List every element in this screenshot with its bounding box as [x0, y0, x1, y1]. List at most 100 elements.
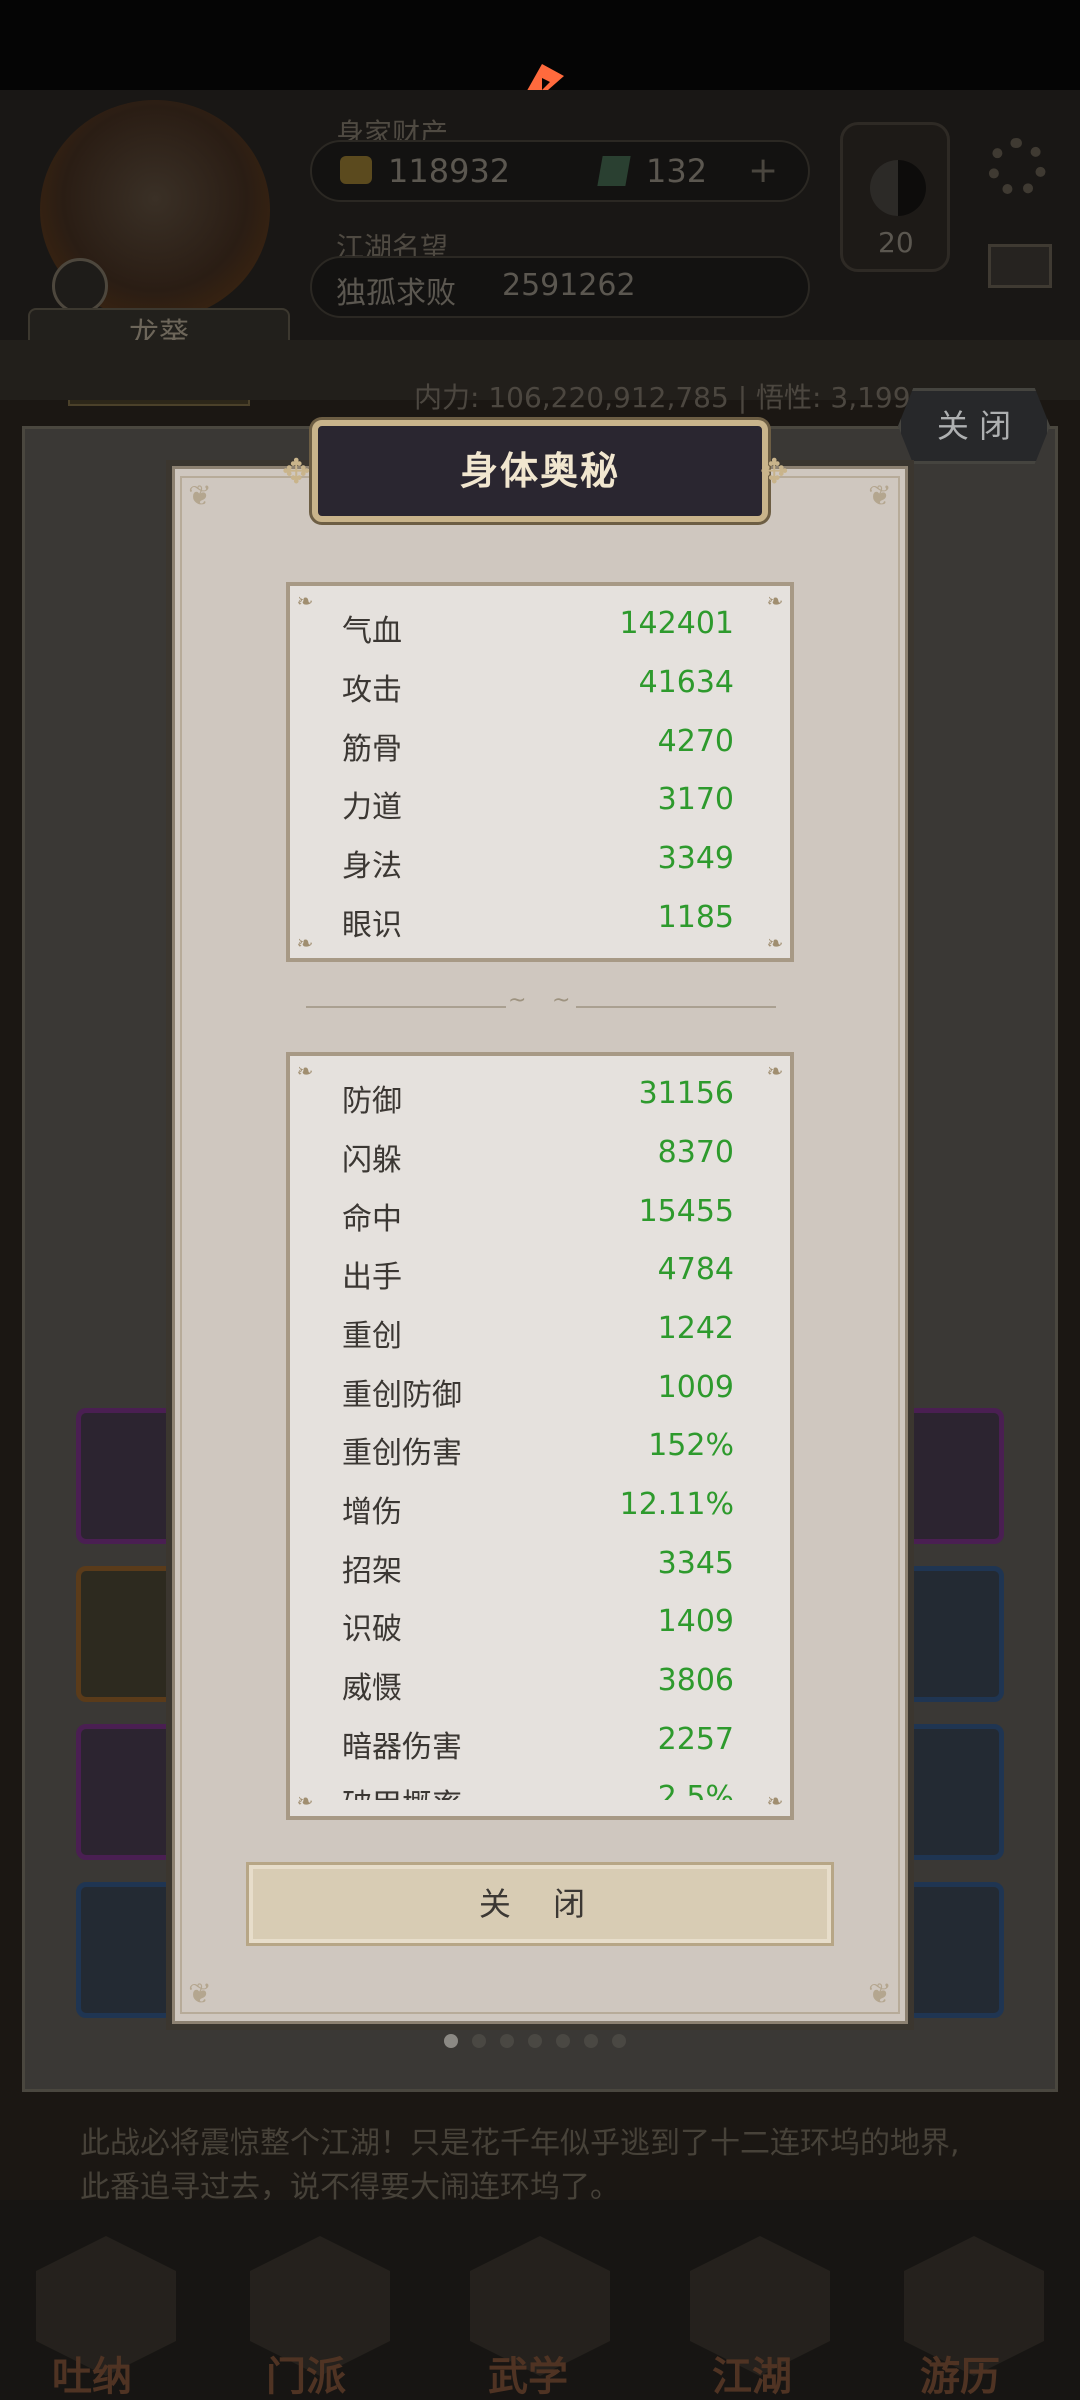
close-button[interactable]: 关 闭 [246, 1862, 834, 1946]
jade-value: 132 [646, 152, 708, 190]
corner-ornament-icon: ❦ [868, 1977, 892, 2010]
stat-row: 重创伤害 152% [342, 1420, 734, 1478]
box-corner-icon: ❧ [296, 931, 314, 955]
page-dot[interactable] [612, 2034, 626, 2048]
wealth-bar [310, 140, 810, 202]
stat-value: 3345 [657, 1546, 734, 1581]
secondary-stats-scroll[interactable]: 防御 31156 闪躲 8370 命中 15455 出手 4784 重创 124… [292, 1064, 788, 1800]
stat-value: 41634 [638, 665, 734, 700]
stat-row: 招架 3345 [342, 1538, 734, 1596]
stat-row: 重创防御 1009 [342, 1362, 734, 1420]
taichi-value: 20 [878, 226, 914, 259]
section-divider: ~ ~ [296, 988, 784, 1013]
panel-close-button[interactable]: 关 闭 [898, 388, 1050, 464]
stat-label: 重创伤害 [342, 1436, 462, 1471]
nav-tab-label: 门派 [266, 2354, 346, 2400]
stat-label: 力道 [342, 790, 402, 825]
stat-label: 防御 [342, 1084, 402, 1119]
box-corner-icon: ❧ [766, 589, 784, 613]
taichi-icon [870, 160, 926, 216]
stat-row: 身法 3349 [342, 833, 734, 891]
corner-ornament-icon: ❦ [188, 479, 212, 512]
stat-label: 命中 [342, 1202, 402, 1237]
stat-row: 重创 1242 [342, 1303, 734, 1361]
nav-tab-label: 吐纳 [52, 2354, 132, 2400]
stat-row: 眼识 1185 [342, 892, 734, 950]
stat-label: 重创防御 [342, 1378, 462, 1413]
pagination-dots [444, 2034, 640, 2050]
stat-label: 威慑 [342, 1671, 402, 1706]
page-dot[interactable] [500, 2034, 514, 2048]
nav-tab-label: 游历 [920, 2354, 1000, 2400]
gear-icon[interactable] [988, 138, 1046, 196]
page-dot[interactable] [584, 2034, 598, 2048]
corner-ornament-icon: ❦ [188, 1977, 212, 2010]
divider-line [576, 1006, 776, 1008]
stat-row: 筋骨 4270 [342, 716, 734, 774]
stat-label: 暗器伤害 [342, 1730, 462, 1765]
stat-value: 4784 [657, 1252, 734, 1287]
stat-value: 152% [648, 1428, 734, 1463]
plus-icon[interactable]: + [748, 150, 778, 191]
fame-title: 独孤求败 [336, 276, 456, 311]
stat-row: 出手 4784 [342, 1244, 734, 1302]
stat-label: 重创 [342, 1319, 402, 1354]
divider-ornament-icon: ~ [552, 988, 571, 1013]
divider-ornament-icon: ~ [508, 988, 527, 1013]
stat-label: 筋骨 [342, 732, 402, 767]
mail-icon[interactable] [988, 244, 1052, 288]
stat-value: 1242 [657, 1311, 734, 1346]
stat-value: 1185 [657, 900, 734, 935]
stat-label: 攻击 [342, 673, 402, 708]
stat-value: 142401 [619, 606, 734, 641]
gold-ingot-icon [340, 156, 372, 184]
corner-ornament-icon: ❦ [868, 479, 892, 512]
nav-tab-label: 武学 [488, 2354, 568, 2400]
stat-label: 增伤 [342, 1495, 402, 1530]
stat-row: 暗器伤害 2257 [342, 1714, 734, 1772]
stat-value: 15455 [638, 1194, 734, 1229]
page-dot[interactable] [528, 2034, 542, 2048]
stat-label: 闪躲 [342, 1143, 402, 1178]
stat-value: 31156 [638, 1076, 734, 1111]
stat-value: 8370 [657, 1135, 734, 1170]
stat-row: 命中 15455 [342, 1186, 734, 1244]
stat-row: 防御 31156 [342, 1068, 734, 1126]
avatar-badge-icon [52, 258, 108, 314]
stat-label: 招架 [342, 1554, 402, 1589]
stat-row: 威慑 3806 [342, 1655, 734, 1713]
stat-row: 增伤 12.11% [342, 1479, 734, 1537]
stat-value: 3349 [657, 841, 734, 876]
page-dot[interactable] [472, 2034, 486, 2048]
fame-value: 2591262 [502, 268, 636, 303]
gold-value: 118932 [388, 152, 511, 190]
stat-label: 出手 [342, 1260, 402, 1295]
nav-tab-label: 江湖 [712, 2354, 792, 2400]
stat-value: 1009 [657, 1370, 734, 1405]
stat-value: 1409 [657, 1604, 734, 1639]
jade-icon [597, 156, 631, 186]
box-corner-icon: ❧ [296, 589, 314, 613]
page-dot[interactable] [444, 2034, 458, 2048]
stat-row: 闪躲 8370 [342, 1127, 734, 1185]
stat-label: 眼识 [342, 908, 402, 943]
stat-value: 3170 [657, 782, 734, 817]
stat-value: 12.11% [619, 1487, 734, 1522]
stat-label: 身法 [342, 849, 402, 884]
stat-row: 力道 3170 [342, 774, 734, 832]
stat-label: 破甲概率 [342, 1780, 462, 1800]
page-dot[interactable] [556, 2034, 570, 2048]
stat-row: 气血 142401 [342, 598, 734, 656]
box-corner-icon: ❧ [766, 931, 784, 955]
story-text: 此战必将震惊整个江湖！只是花千年似乎逃到了十二连环坞的地界, [80, 2126, 960, 2161]
divider-line [306, 1006, 506, 1008]
modal-title: 身体奥秘 [459, 449, 620, 493]
stat-label: 气血 [342, 614, 402, 649]
stat-row: 攻击 41634 [342, 657, 734, 715]
stat-row: 识破 1409 [342, 1596, 734, 1654]
stat-value: 2257 [657, 1722, 734, 1757]
stat-value: 4270 [657, 724, 734, 759]
stat-value: 3806 [657, 1663, 734, 1698]
stat-row: 破甲概率 2.5% [342, 1772, 734, 1800]
stat-label: 识破 [342, 1612, 402, 1647]
